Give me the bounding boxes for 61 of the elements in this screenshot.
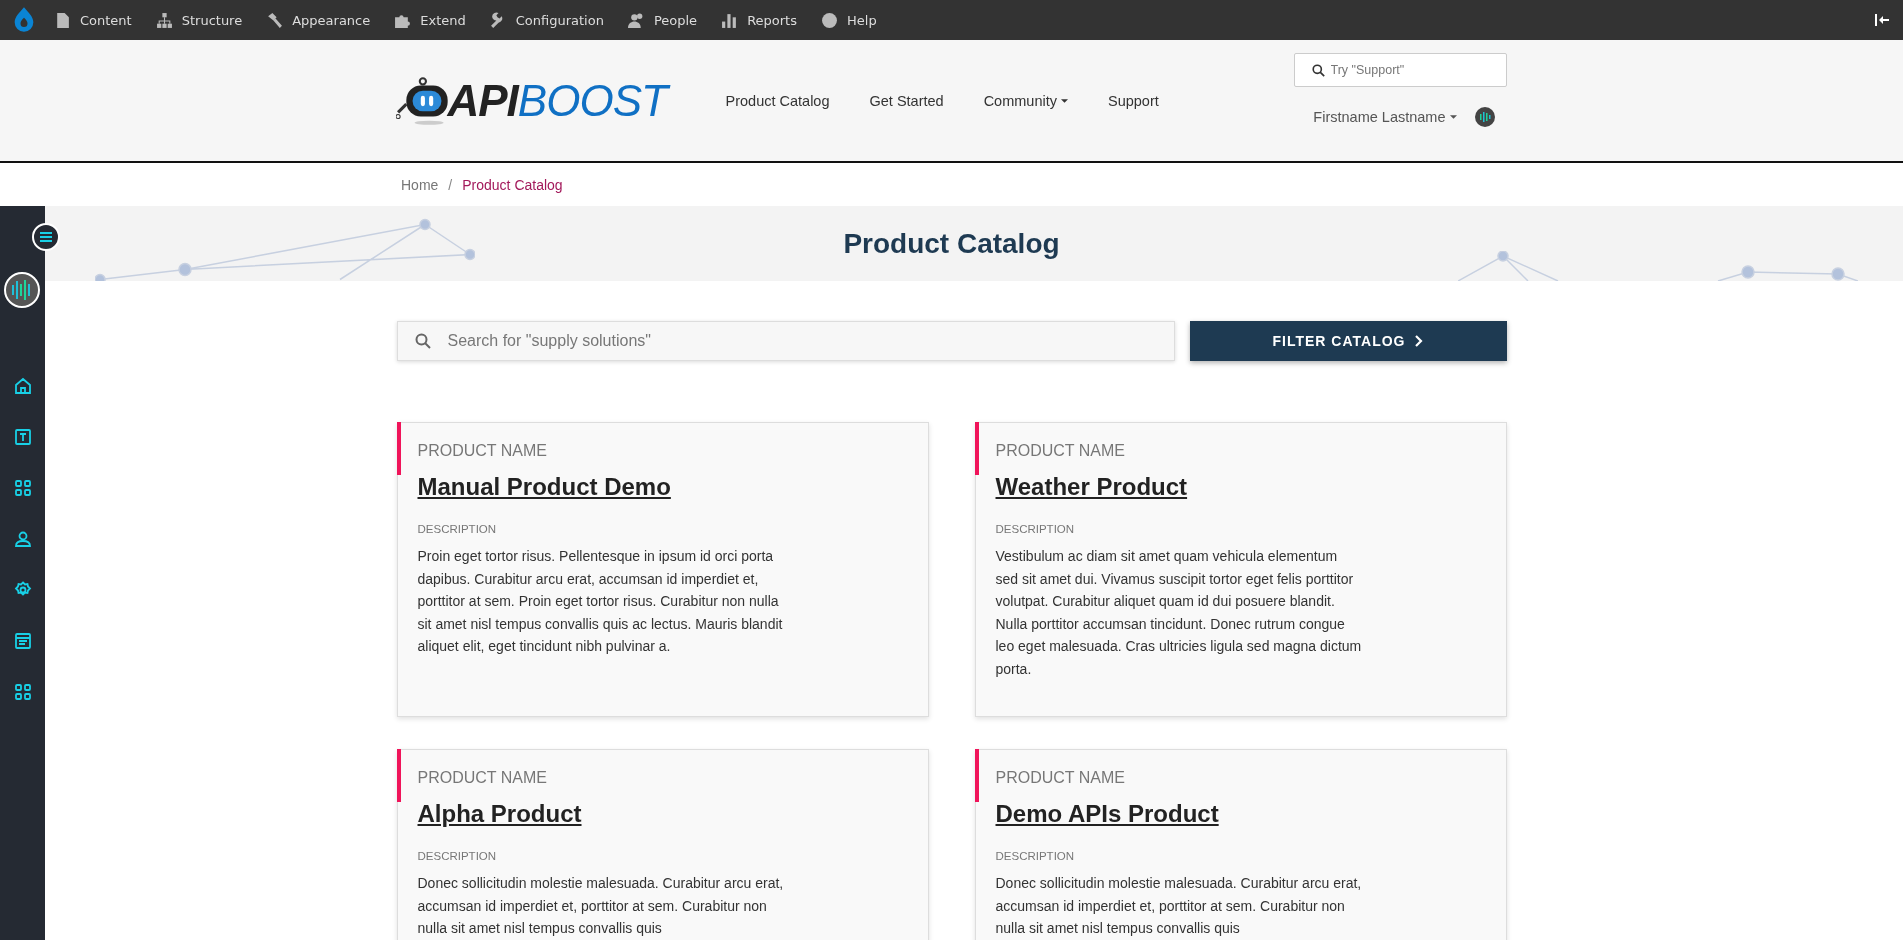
bar-chart-icon — [721, 11, 739, 29]
drop-logo-icon[interactable] — [12, 6, 36, 34]
product-name-label: PRODUCT NAME — [417, 770, 548, 786]
description-label: DESCRIPTION — [417, 523, 498, 535]
accent-bar — [396, 422, 401, 475]
product-description: Vestibulum ac diam sit amet quam vehicula elementum sed sit amet dui. Vivamus suscipit tortor eget felis porttitor volutpat. Curabitur aliquet quam id dui posuere blandit. Nulla porttitor accumsan tincidunt. Donec rutrum congue leo eget malesuada. Cras ultricies ligula sed magna dictum porta. — [995, 547, 1363, 679]
breadcrumb-separator: / — [448, 176, 453, 193]
catalog-search-field[interactable]: Search for "supply solutions" — [396, 321, 1175, 361]
product-link[interactable]: Demo APIs Product — [995, 800, 1219, 828]
accent-bar — [974, 749, 979, 802]
product-description: Donec sollicitudin molestie malesuada. Curabitur arcu erat, accumsan id imperdiet et, porttitor at sem. Curabitur non nulla sit amet nisl tempus convallis quis — [995, 874, 1363, 939]
toolbar-menu-item[interactable]: Appearance — [266, 11, 371, 29]
product-link[interactable]: Weather Product — [995, 473, 1188, 501]
caret-icon — [1060, 99, 1068, 103]
toolbar-menu-item[interactable]: Help — [821, 11, 877, 29]
people-icon — [627, 11, 645, 29]
page-title: Product Catalog — [843, 227, 1060, 260]
nav-link[interactable]: Community — [983, 93, 1068, 109]
product-link[interactable]: Manual Product Demo — [417, 473, 671, 501]
accent-bar — [974, 422, 979, 475]
nav-link[interactable]: Product Catalog — [725, 93, 830, 109]
user-icon[interactable] — [13, 530, 32, 548]
caret-icon — [1449, 115, 1457, 119]
browser-icon[interactable] — [13, 632, 32, 650]
user-menu[interactable]: Firstname Lastname — [1313, 109, 1457, 125]
product-name-label: PRODUCT NAME — [417, 443, 548, 459]
product-name-label: PRODUCT NAME — [995, 770, 1126, 786]
sitemap-icon — [155, 11, 173, 29]
avatar-icon[interactable] — [4, 272, 40, 308]
toolbar-menu-item[interactable]: Configuration — [489, 11, 604, 29]
description-label: DESCRIPTION — [995, 850, 1076, 862]
product-link[interactable]: Alpha Product — [417, 800, 582, 828]
nav-link[interactable]: Support — [1107, 93, 1159, 109]
search-field[interactable]: Try "Support" — [1293, 53, 1507, 87]
product-description: Donec sollicitudin molestie malesuada. Curabitur arcu erat, accumsan id imperdiet et, porttitor at sem. Curabitur non nulla sit amet nisl tempus convallis quis — [417, 874, 785, 939]
collapse-icon[interactable] — [1875, 13, 1889, 27]
text-icon[interactable] — [13, 428, 32, 446]
toolbar-menu-item[interactable]: Extend — [394, 11, 466, 29]
page-icon — [54, 11, 71, 29]
avatar-icon[interactable] — [1474, 107, 1495, 127]
menu-icon[interactable] — [32, 223, 60, 251]
nav-link[interactable]: Get Started — [869, 93, 944, 109]
grid-icon[interactable] — [13, 479, 32, 497]
filter-catalog-button[interactable]: FILTER CATALOG — [1189, 321, 1507, 361]
search-icon — [414, 333, 431, 349]
description-label: DESCRIPTION — [995, 523, 1076, 535]
toolbar-menu-item[interactable]: Reports — [721, 11, 797, 29]
breadcrumb-link[interactable]: Home — [401, 176, 439, 193]
product-description: Proin eget tortor risus. Pellentesque in ipsum id orci porta dapibus. Curabitur arcu erat, accumsan id imperdiet et, porttitor at sem. Proin eget tortor risus. Curabitur non nulla sit amet nisl tempus convallis quis ac lectus. Mauris blandit aliquet elit, eget tincidunt nibh pulvinar a. — [417, 547, 784, 657]
grid-icon[interactable] — [13, 683, 32, 701]
home-icon[interactable] — [13, 377, 32, 395]
search-icon — [1311, 64, 1325, 77]
accent-bar — [396, 749, 401, 802]
toolbar-menu-item[interactable]: Structure — [155, 11, 243, 29]
toolbar-menu-item[interactable]: Content — [54, 11, 132, 29]
hammer-icon — [266, 11, 284, 29]
breadcrumb-link[interactable]: Product Catalog — [462, 176, 563, 193]
toolbar-menu-item[interactable]: People — [627, 11, 698, 29]
product-name-label: PRODUCT NAME — [995, 443, 1126, 459]
chevron-icon — [1415, 335, 1424, 347]
description-label: DESCRIPTION — [417, 850, 498, 862]
